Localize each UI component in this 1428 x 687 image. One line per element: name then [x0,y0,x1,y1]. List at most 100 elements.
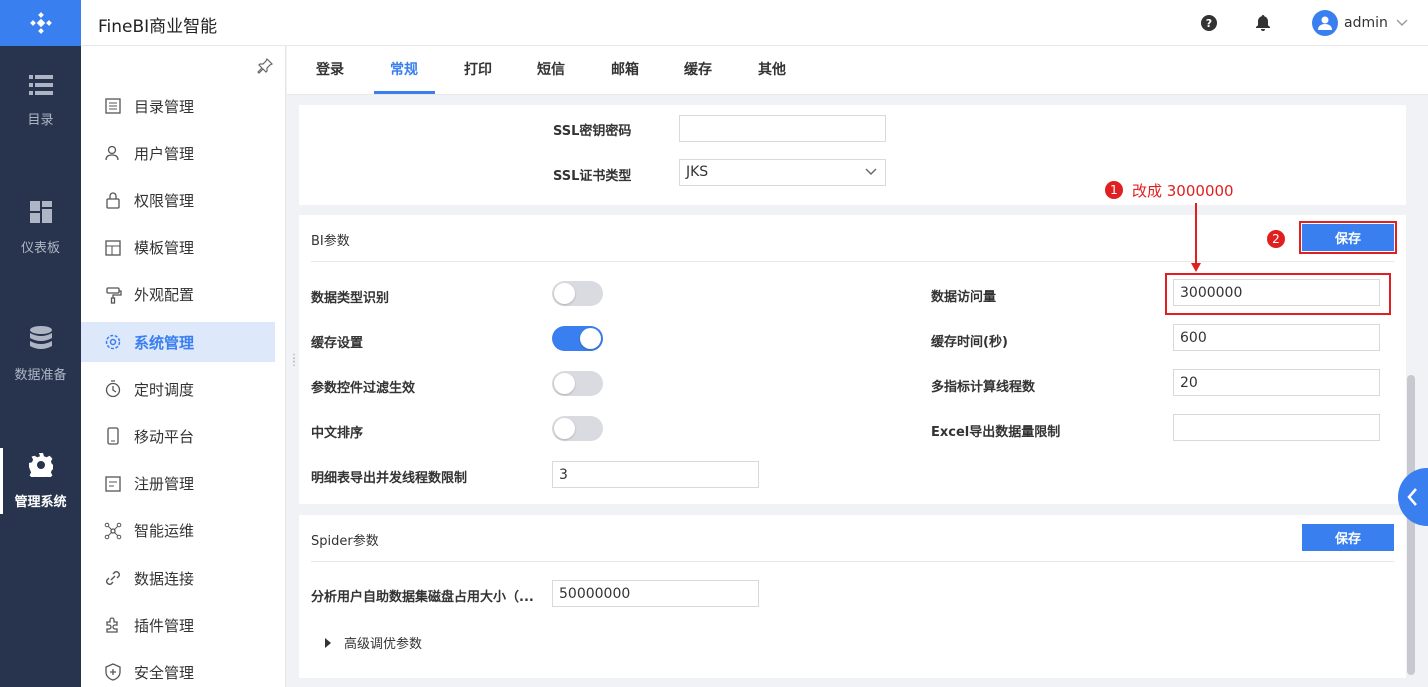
top-header: FineBI商业智能 ? admin [81,0,1428,46]
lock-icon [104,191,122,210]
menu-item[interactable]: 系统管理 [81,322,275,362]
toggle-knob [580,328,601,349]
bottom-strip [287,678,1428,687]
divider [311,261,1394,262]
menu-item-label: 用户管理 [134,144,195,163]
user-name: admin [1344,15,1388,31]
rail-item-admin[interactable]: 管理系统 [0,436,81,526]
menu-item[interactable]: 移动平台 [81,416,275,456]
rail-item-dashboard[interactable]: 仪表板 [0,183,81,273]
help-icon[interactable]: ? [1200,14,1218,32]
avatar [1312,10,1338,36]
shield-icon [104,663,122,682]
rail-item-catalog[interactable]: 目录 [0,56,81,146]
menu-item-label: 模板管理 [134,239,195,258]
scrollbar-thumb[interactable] [1407,375,1415,675]
bi-field-input[interactable] [1173,369,1380,396]
toggle-knob [554,283,575,304]
menu-item[interactable]: 智能运维 [81,511,275,551]
content-scrollbar[interactable] [1407,95,1415,675]
rail-label: 管理系统 [14,494,67,510]
menu-item[interactable]: 插件管理 [81,605,275,645]
spider-save-button[interactable]: 保存 [1302,524,1394,551]
gear-icon [28,452,55,481]
ssl-section: SSL密钥密码 SSL证书类型 JKS [299,105,1406,205]
tab-general[interactable]: 常规 [390,46,418,94]
toggle-switch[interactable] [552,326,603,351]
toggle-switch[interactable] [552,371,603,396]
user-icon [104,144,122,162]
logo-icon[interactable] [0,0,81,46]
spider-params-section: Spider参数 分析用户自助数据集磁盘占用大小（... 高级调优参数 [299,515,1406,678]
bi-field-label: 中文排序 [311,426,364,441]
advanced-params-toggle[interactable]: 高级调优参数 [324,633,422,652]
advanced-params-label: 高级调优参数 [344,637,423,652]
bi-field-label: 数据访问量 [931,290,997,305]
template-icon [104,239,122,257]
tab-cache[interactable]: 缓存 [684,46,712,94]
tab-sms[interactable]: 短信 [537,46,565,94]
bi-field-label: 缓存时间(秒) [931,335,1008,350]
ssl-password-input[interactable] [679,115,886,142]
left-rail: 目录 仪表板 数据准备 管理系统 [0,0,81,687]
menu-item-label: 注册管理 [134,475,195,494]
menu-item-label: 智能运维 [134,522,195,541]
menu-item[interactable]: 数据连接 [81,558,275,598]
dashboard-icon [29,200,52,227]
annotation-arrow-icon [1191,203,1201,272]
resize-handle[interactable]: ⋮ ⋮ [289,354,299,373]
menu-item[interactable]: 权限管理 [81,180,275,220]
tab-other[interactable]: 其他 [758,46,786,94]
menu-item[interactable]: 安全管理 [81,652,275,687]
menu-item-label: 定时调度 [134,380,195,399]
bi-field-input[interactable] [1173,324,1380,351]
chevron-left-icon [1407,488,1417,506]
step-2-badge: 2 [1267,230,1285,248]
step-1-text: 改成 3000000 [1132,182,1234,200]
bi-field-label: 数据类型识别 [311,291,390,306]
step-1-badge: 1 [1105,181,1123,199]
plugin-icon [104,616,122,634]
settings-tabs: 登录 常规 打印 短信 邮箱 缓存 其他 [287,46,1428,95]
menu-item[interactable]: 注册管理 [81,464,275,504]
rail-label: 数据准备 [14,367,67,383]
tab-email[interactable]: 邮箱 [611,46,639,94]
export-threads-input[interactable] [552,461,759,488]
mobile-icon [104,427,122,446]
app-title: FineBI商业智能 [98,17,218,37]
link-icon [104,569,122,587]
bi-field-label: 多指标计算线程数 [931,380,1036,395]
bi-field-label: 参数控件过滤生效 [311,381,416,396]
disk-usage-label: 分析用户自助数据集磁盘占用大小（... [311,590,534,605]
menu-item[interactable]: 用户管理 [81,133,275,173]
bi-field-input[interactable] [1173,414,1380,441]
rail-label: 目录 [27,112,54,128]
bi-field-label: 缓存设置 [311,336,364,351]
bi-field-label: 明细表导出并发线程数限制 [311,471,468,486]
menu-item[interactable]: 模板管理 [81,228,275,268]
menu-item[interactable]: 外观配置 [81,275,275,315]
toggle-switch[interactable] [552,281,603,306]
pin-icon[interactable] [257,57,275,76]
rail-item-data-prep[interactable]: 数据准备 [0,309,81,399]
menu-item-label: 安全管理 [134,663,195,682]
tab-print[interactable]: 打印 [464,46,492,94]
bi-params-title: BI参数 [311,234,350,249]
user-menu[interactable]: admin [1312,10,1408,36]
tab-login[interactable]: 登录 [316,46,344,94]
bell-icon[interactable] [1254,14,1272,32]
disk-usage-input[interactable] [552,580,759,607]
chevron-down-icon [865,168,877,175]
spider-params-title: Spider参数 [311,534,379,549]
highlight-box-data-access [1165,273,1391,315]
ssl-cert-type-select[interactable]: JKS [679,159,886,186]
menu-item[interactable]: 定时调度 [81,369,275,409]
toggle-knob [554,373,575,394]
menu-item[interactable]: 目录管理 [81,86,275,126]
database-icon [29,325,52,354]
menu-item-label: 系统管理 [134,333,195,352]
toggle-switch[interactable] [552,416,603,441]
divider [311,561,1394,562]
bi-params-section: BI参数 数据类型识别 缓存设置 参数控件过滤生效 中文排序 明细表导出并发线程数限制 … [299,215,1406,504]
timer-icon [104,380,122,398]
